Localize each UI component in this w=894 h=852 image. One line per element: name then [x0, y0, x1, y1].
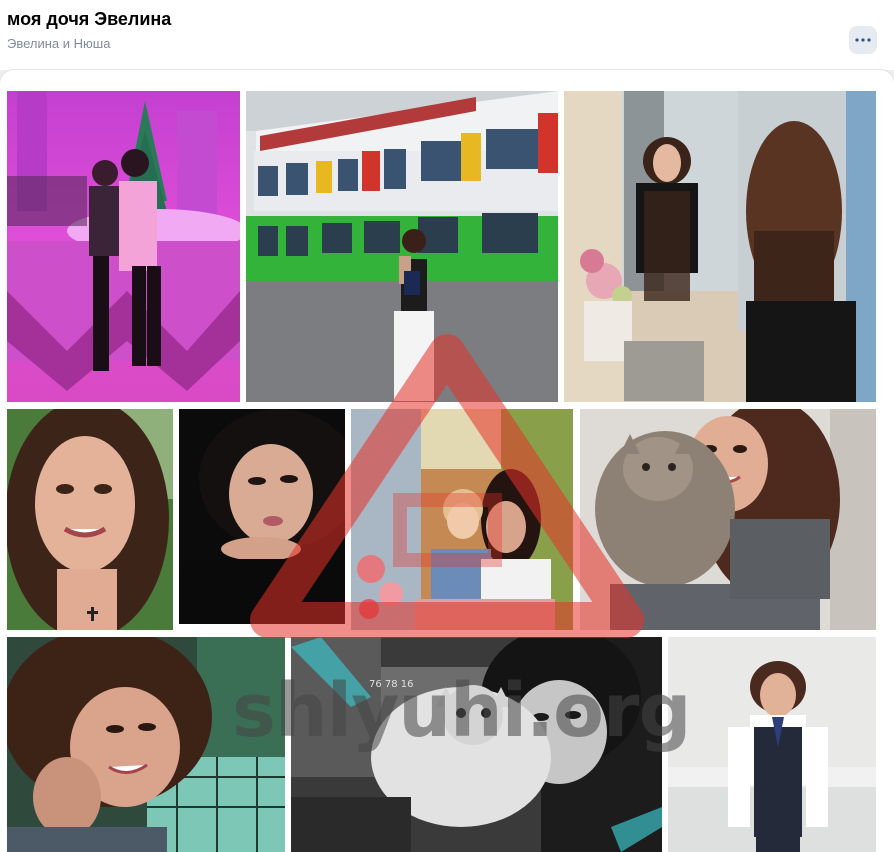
photo-thumbnail[interactable] [564, 91, 876, 402]
ellipsis-icon [855, 38, 871, 42]
album-title: моя дочя Эвелина [7, 9, 172, 29]
photo-image [179, 409, 345, 624]
more-actions-button[interactable] [849, 26, 877, 54]
photo-thumbnail[interactable] [7, 91, 240, 402]
photo-image [564, 91, 876, 402]
photo-thumbnail[interactable] [7, 637, 285, 852]
photo-thumbnail[interactable] [351, 409, 573, 630]
album-subtitle[interactable]: Эвелина и Нюша [7, 36, 110, 51]
photo-image [7, 637, 285, 852]
photo-image [580, 409, 876, 630]
photo-thumbnail[interactable]: 76 78 16 [291, 637, 662, 852]
photo-numbers-text: 76 78 16 [369, 679, 414, 690]
album-header: моя дочя Эвелина Эвелина и Нюша [0, 0, 894, 70]
photo-thumbnail[interactable] [668, 637, 876, 852]
photo-thumbnail[interactable] [580, 409, 876, 630]
photo-image [7, 91, 240, 402]
photo-image [246, 91, 558, 402]
photo-image: 76 78 16 [291, 637, 662, 852]
photo-thumbnail[interactable] [179, 409, 345, 624]
photo-image [7, 409, 173, 630]
photo-thumbnail[interactable] [7, 409, 173, 630]
photo-image [351, 409, 573, 630]
photo-image [668, 637, 876, 852]
photo-thumbnail[interactable] [246, 91, 558, 402]
